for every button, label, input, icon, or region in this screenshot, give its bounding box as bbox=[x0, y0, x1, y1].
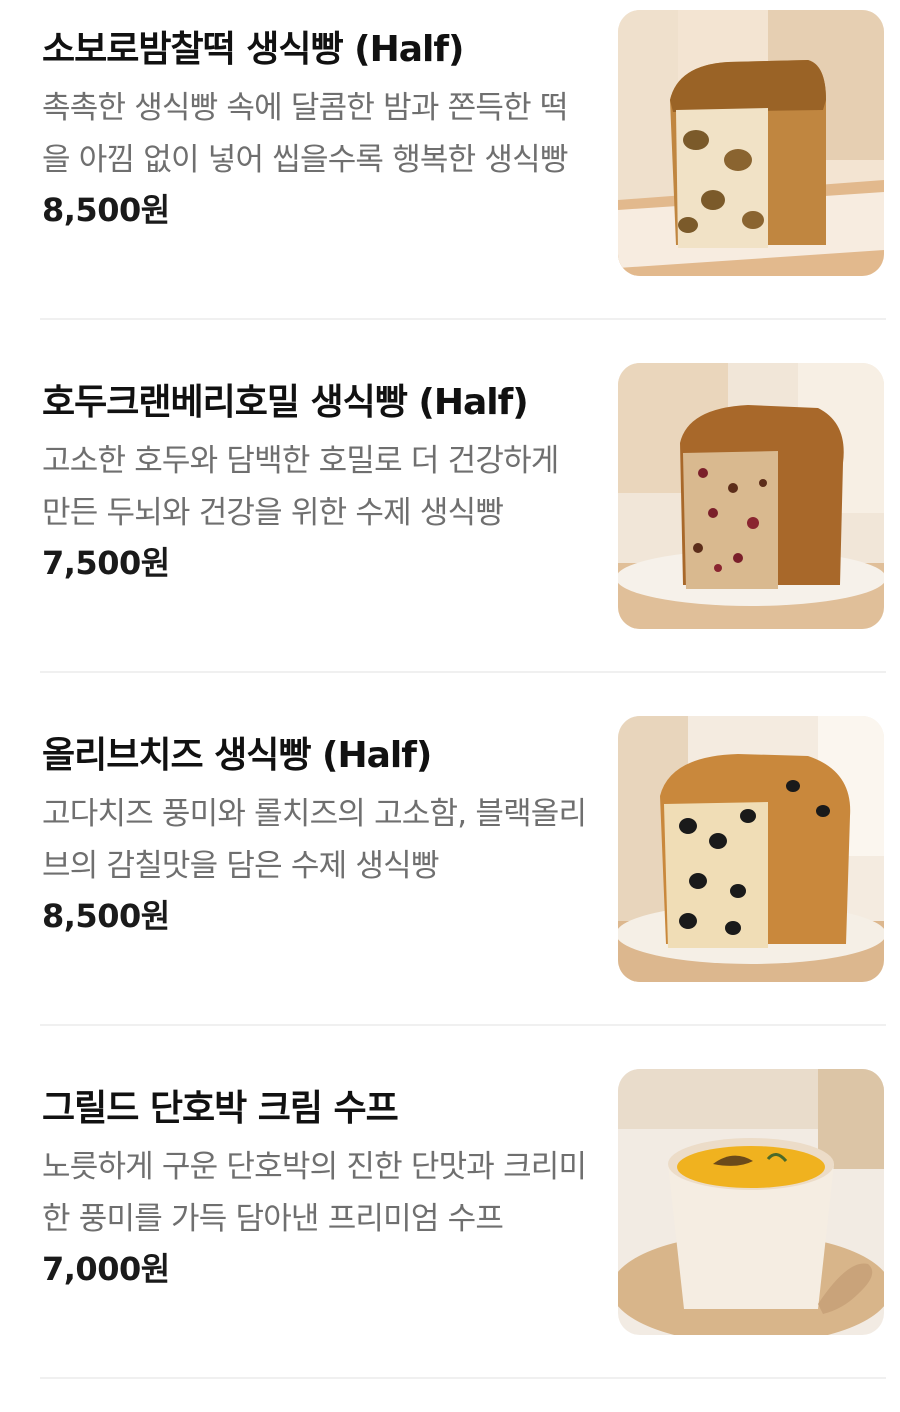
walnut-cranberry-rye-bread-photo bbox=[618, 363, 884, 629]
menu-item[interactable]: 올리브치즈 생식빵 (Half) 고다치즈 풍미와 롤치즈의 고소함, 블랙올리… bbox=[0, 706, 900, 1059]
menu-item-name: 올리브치즈 생식빵 (Half) bbox=[42, 735, 432, 776]
menu-item[interactable]: 그릴드 단호박 크림 수프 노릇하게 구운 단호박의 진한 단맛과 크리미한 풍… bbox=[0, 1059, 900, 1412]
divider bbox=[40, 1024, 886, 1026]
menu-item[interactable]: 소보로밤찰떡 생식빵 (Half) 촉촉한 생식빵 속에 달콤한 밤과 쫀득한 … bbox=[0, 0, 900, 353]
menu-item-price: 7,500원 bbox=[42, 544, 170, 582]
menu-list: 소보로밤찰떡 생식빵 (Half) 촉촉한 생식빵 속에 달콤한 밤과 쫀득한 … bbox=[0, 0, 900, 1387]
soboro-chestnut-bread-photo bbox=[618, 10, 884, 276]
menu-item-description: 노릇하게 구운 단호박의 진한 단맛과 크리미한 풍미를 가득 담아낸 프리미엄… bbox=[42, 1149, 587, 1237]
menu-item-text: 그릴드 단호박 크림 수프 노릇하게 구운 단호박의 진한 단맛과 크리미한 풍… bbox=[42, 1087, 590, 1291]
menu-item-description: 촉촉한 생식빵 속에 달콤한 밤과 쫀득한 떡을 아낌 없이 넣어 씹을수록 행… bbox=[42, 90, 568, 178]
divider bbox=[40, 1377, 886, 1379]
menu-item-description: 고소한 호두와 담백한 호밀로 더 건강하게 만든 두뇌와 건강을 위한 수제 … bbox=[42, 443, 559, 531]
menu-item-description: 고다치즈 풍미와 롤치즈의 고소함, 블랙올리브의 감칠맛을 담은 수제 생식빵 bbox=[42, 796, 587, 884]
menu-item-text: 소보로밤찰떡 생식빵 (Half) 촉촉한 생식빵 속에 달콤한 밤과 쫀득한 … bbox=[42, 28, 590, 232]
menu-item-text: 올리브치즈 생식빵 (Half) 고다치즈 풍미와 롤치즈의 고소함, 블랙올리… bbox=[42, 734, 590, 938]
menu-item-name: 호두크랜베리호밀 생식빵 (Half) bbox=[42, 382, 529, 423]
menu-item[interactable]: 호두크랜베리호밀 생식빵 (Half) 고소한 호두와 담백한 호밀로 더 건강… bbox=[0, 353, 900, 706]
menu-item-price: 7,000원 bbox=[42, 1250, 170, 1288]
menu-item-name: 그릴드 단호박 크림 수프 bbox=[42, 1088, 399, 1129]
menu-item-price: 8,500원 bbox=[42, 897, 170, 935]
olive-cheese-bread-photo bbox=[618, 716, 884, 982]
divider bbox=[40, 318, 886, 320]
divider bbox=[40, 671, 886, 673]
menu-item-price: 8,500원 bbox=[42, 191, 170, 229]
pumpkin-cream-soup-photo bbox=[618, 1069, 884, 1335]
menu-item-text: 호두크랜베리호밀 생식빵 (Half) 고소한 호두와 담백한 호밀로 더 건강… bbox=[42, 381, 590, 585]
menu-item-name: 소보로밤찰떡 생식빵 (Half) bbox=[42, 29, 464, 70]
